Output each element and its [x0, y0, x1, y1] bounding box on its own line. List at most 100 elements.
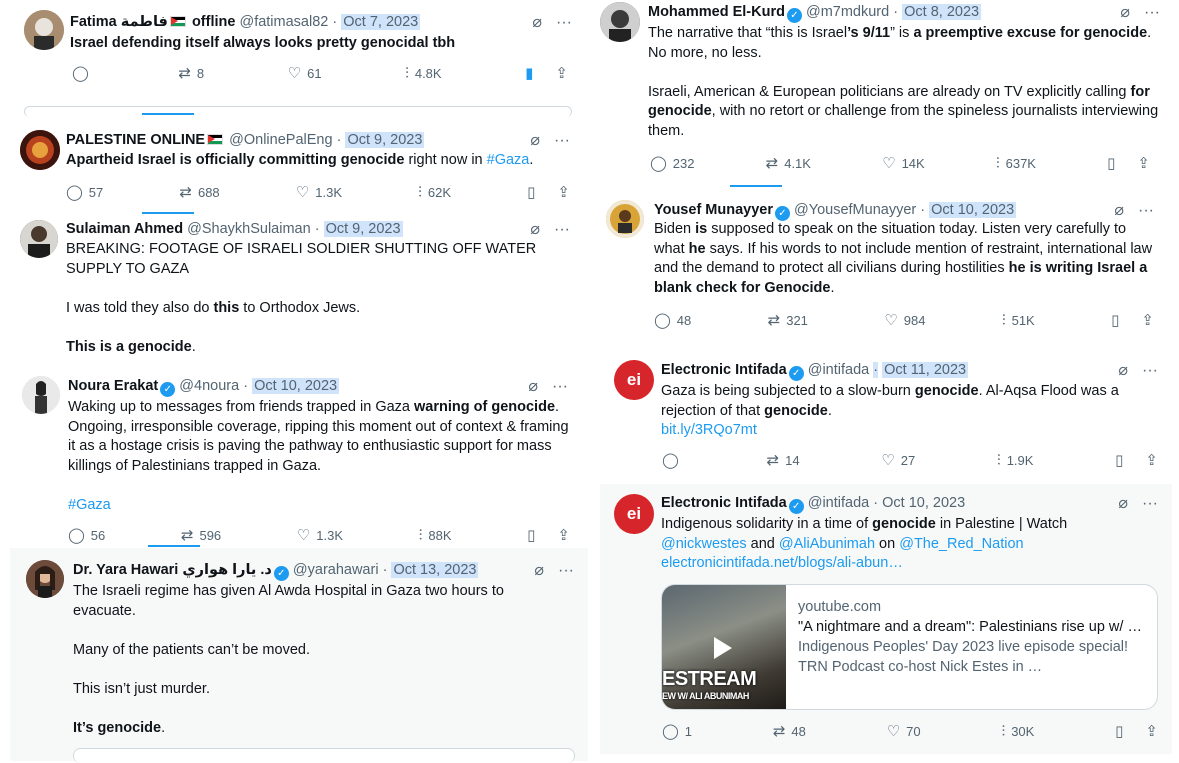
more-icon[interactable]: ··· — [554, 132, 570, 149]
retweet-button[interactable]: ⇄ 4.1K — [766, 154, 811, 172]
grok-icon[interactable]: ⌀ — [530, 132, 540, 149]
reply-button[interactable]: ◯ 48 — [654, 311, 691, 329]
tweet-mohammed[interactable]: Mohammed El-Kurd ✓ @m7mdkurd · Oct 8, 202… — [588, 0, 1174, 184]
author-handle[interactable]: @intifada — [808, 495, 869, 511]
retweet-button[interactable]: ⇄ 8 — [178, 64, 204, 82]
mention-link[interactable]: @nickwestes — [661, 536, 747, 552]
grok-icon[interactable]: ⌀ — [530, 221, 540, 238]
like-button[interactable]: ♡ 984 — [884, 311, 925, 329]
share-icon[interactable]: ⇪ — [1145, 722, 1158, 740]
like-button[interactable]: ♡ 61 — [288, 64, 322, 82]
tweet-noura[interactable]: Noura Erakat ✓ @4noura · Oct 10, 2023 ⌀ ··… — [6, 368, 584, 546]
share-icon[interactable]: ⇪ — [1137, 154, 1150, 172]
tweet-yara[interactable]: Dr. Yara Hawari د. يارا هواري ✓ @yarahawa… — [10, 548, 588, 763]
reply-button[interactable]: ◯ 56 — [68, 526, 105, 544]
views-button[interactable]: ⫶ 1.9K — [997, 452, 1034, 469]
reply-button[interactable]: ◯ 57 — [66, 183, 103, 201]
more-icon[interactable]: ··· — [552, 378, 568, 395]
tweet-electronic-intifada-2[interactable]: ei Electronic Intifada ✓ @intifada · Oct … — [600, 484, 1172, 754]
views-button[interactable]: ⫶ 637K — [996, 155, 1036, 172]
avatar[interactable]: ei — [614, 494, 654, 534]
tweet-yousef[interactable]: Yousef Munayyer ✓ @YousefMunayyer · Oct 1… — [594, 190, 1168, 342]
hashtag-link[interactable]: #Gaza — [68, 497, 111, 513]
reply-button[interactable]: ◯ 1 — [662, 722, 692, 740]
reply-button[interactable]: ◯ 232 — [650, 154, 695, 172]
retweet-button[interactable]: ⇄ 14 — [767, 451, 800, 469]
tweet-date[interactable]: Oct 8, 2023 — [902, 4, 982, 20]
bookmark-icon[interactable]: ▮ — [525, 64, 533, 82]
tweet-date[interactable]: Oct 9, 2023 — [345, 132, 425, 148]
author-name[interactable]: Electronic Intifada — [661, 495, 787, 511]
mention-link[interactable]: @The_Red_Nation — [899, 536, 1023, 552]
tweet-link[interactable]: electronicintifada.net/blogs/ali-abun… — [661, 555, 903, 571]
author-handle[interactable]: @m7mdkurd — [806, 4, 889, 20]
bookmark-icon[interactable]: ▯ — [1115, 451, 1123, 469]
tweet-electronic-intifada-1[interactable]: ei Electronic Intifada ✓ @intifada · Oct … — [600, 350, 1172, 480]
author-name[interactable]: Sulaiman Ahmed — [66, 221, 183, 237]
avatar[interactable] — [20, 130, 60, 170]
more-icon[interactable]: ··· — [556, 14, 572, 31]
author-handle[interactable]: @fatimasal82 — [239, 14, 328, 30]
views-button[interactable]: ⫶ 4.8K — [405, 65, 442, 82]
grok-icon[interactable]: ⌀ — [1118, 362, 1128, 379]
author-name[interactable]: Yousef Munayyer — [654, 202, 773, 218]
bookmark-icon[interactable]: ▯ — [1115, 722, 1123, 740]
more-icon[interactable]: ··· — [1142, 495, 1158, 512]
tweet-palestine-online[interactable]: PALESTINE ONLINE @OnlinePalEng · Oct 9, … — [4, 118, 586, 214]
bookmark-icon[interactable]: ▯ — [1111, 311, 1119, 329]
link-preview-card[interactable]: ESTREAM EW W/ ALI ABUNIMAH youtube.com "A… — [661, 584, 1158, 710]
author-name[interactable]: Fatima — [70, 14, 117, 30]
avatar[interactable] — [26, 560, 64, 598]
tweet-date[interactable]: Oct 11, 2023 — [882, 362, 969, 378]
views-button[interactable]: ⫶ 62K — [418, 184, 451, 201]
grok-icon[interactable]: ⌀ — [1120, 4, 1130, 21]
share-icon[interactable]: ⇪ — [557, 183, 570, 201]
video-thumbnail[interactable]: ESTREAM EW W/ ALI ABUNIMAH — [662, 585, 786, 709]
avatar[interactable] — [20, 220, 58, 258]
like-button[interactable]: ♡ 70 — [887, 722, 921, 740]
author-handle[interactable]: @yarahawari — [293, 562, 379, 578]
avatar[interactable] — [606, 200, 644, 238]
avatar[interactable]: ei — [614, 360, 654, 400]
share-icon[interactable]: ⇪ — [557, 526, 570, 544]
retweet-button[interactable]: ⇄ 596 — [181, 526, 221, 544]
tweet-date[interactable]: Oct 7, 2023 — [341, 14, 421, 30]
author-name[interactable]: Electronic Intifada — [661, 362, 787, 378]
author-handle[interactable]: @4noura — [179, 378, 239, 394]
author-handle[interactable]: @YousefMunayyer — [794, 202, 916, 218]
grok-icon[interactable]: ⌀ — [534, 562, 544, 579]
retweet-button[interactable]: ⇄ 321 — [768, 311, 808, 329]
tweet-date[interactable]: Oct 10, 2023 — [882, 495, 965, 511]
more-icon[interactable]: ··· — [1142, 362, 1158, 379]
mention-link[interactable]: @AliAbunimah — [779, 536, 875, 552]
views-button[interactable]: ⫶ 30K — [1001, 723, 1034, 740]
tweet-date[interactable]: Oct 9, 2023 — [323, 221, 403, 237]
tweet-sulaiman[interactable]: Sulaiman Ahmed @ShaykhSulaiman · Oct 9, … — [4, 216, 586, 366]
more-icon[interactable]: ··· — [554, 221, 570, 238]
grok-icon[interactable]: ⌀ — [1118, 495, 1128, 512]
tweet-date[interactable]: Oct 10, 2023 — [929, 202, 1017, 218]
author-handle[interactable]: @OnlinePalEng — [229, 132, 332, 148]
share-icon[interactable]: ⇪ — [1141, 311, 1154, 329]
like-button[interactable]: ♡ 14K — [882, 154, 925, 172]
author-handle[interactable]: @intifada — [808, 362, 869, 378]
tweet-link[interactable]: bit.ly/3RQo7mt — [661, 422, 757, 438]
avatar[interactable] — [24, 10, 64, 50]
reply-button[interactable]: ◯ — [72, 64, 95, 82]
views-button[interactable]: ⫶ 51K — [1002, 312, 1035, 329]
grok-icon[interactable]: ⌀ — [1114, 202, 1124, 219]
grok-icon[interactable]: ⌀ — [532, 14, 542, 31]
retweet-button[interactable]: ⇄ 688 — [179, 183, 219, 201]
retweet-button[interactable]: ⇄ 48 — [773, 722, 806, 740]
like-button[interactable]: ♡ 27 — [881, 451, 915, 469]
share-icon[interactable]: ⇪ — [555, 64, 568, 82]
author-name[interactable]: Mohammed El-Kurd — [648, 4, 785, 20]
hashtag-link[interactable]: #Gaza — [487, 152, 530, 168]
author-handle[interactable]: @ShaykhSulaiman — [187, 221, 311, 237]
author-name[interactable]: Noura Erakat — [68, 378, 158, 394]
more-icon[interactable]: ··· — [1144, 4, 1160, 21]
like-button[interactable]: ♡ 1.3K — [296, 183, 342, 201]
avatar[interactable] — [22, 376, 60, 414]
more-icon[interactable]: ··· — [558, 562, 574, 579]
share-icon[interactable]: ⇪ — [1145, 451, 1158, 469]
